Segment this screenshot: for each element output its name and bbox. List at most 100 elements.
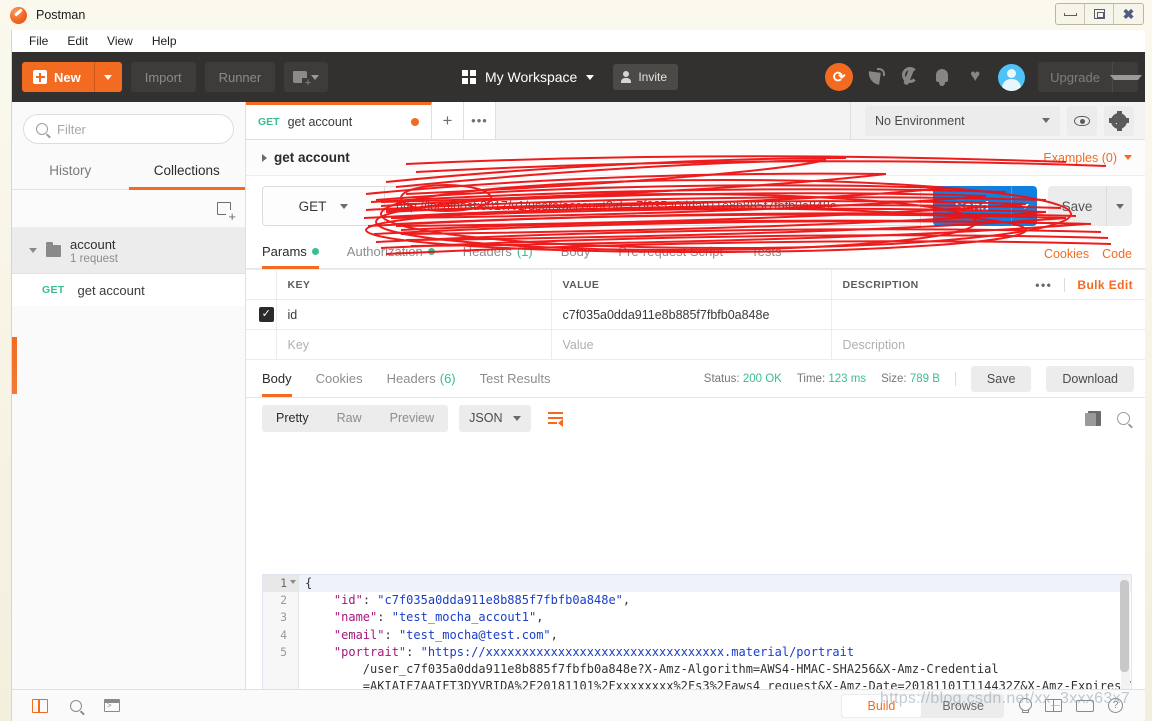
cookies-link[interactable]: Cookies [1044, 247, 1089, 261]
request-tabs: Params Authorization Headers (1) Body Pr… [246, 236, 1145, 269]
sidebar-toggle-icon[interactable] [32, 698, 48, 713]
row-checkbox-cell[interactable]: ✓ [246, 299, 277, 330]
chevron-down-icon [311, 74, 320, 80]
code-line: "email": "test_mocha@test.com", [333, 627, 558, 642]
code-scrollbar-track[interactable] [1120, 576, 1130, 705]
upgrade-dropdown-button[interactable] [1109, 62, 1142, 92]
environment-select[interactable]: No Environment [865, 105, 1060, 136]
response-download-button[interactable]: Download [1046, 365, 1134, 392]
new-dropdown-button[interactable] [93, 62, 122, 92]
filter-box[interactable] [23, 114, 234, 144]
antenna-icon[interactable] [866, 66, 886, 88]
import-button[interactable]: Import [130, 62, 196, 92]
close-button[interactable]: ✖ [1114, 4, 1143, 24]
response-tab-test-results[interactable]: Test Results [480, 371, 551, 386]
sync-icon[interactable]: ⟳ [825, 63, 854, 91]
filter-input[interactable] [57, 121, 217, 137]
upgrade-button[interactable]: Upgrade [1038, 62, 1142, 92]
response-save-button[interactable]: Save [970, 365, 1032, 392]
maximize-button[interactable] [1085, 4, 1114, 24]
table-row[interactable]: ✓ id c7f035a0dda911e8b885f7fbfb0a848e [246, 299, 1145, 330]
menu-item-help[interactable]: Help [143, 32, 187, 50]
param-description-placeholder[interactable]: Description [830, 329, 1145, 360]
format-raw-button[interactable]: Raw [323, 405, 376, 432]
tab-pre-request-script[interactable]: Pre-request Script [618, 244, 723, 269]
minimize-button[interactable] [1056, 4, 1085, 24]
bulk-edit-button[interactable]: Bulk Edit [1077, 278, 1133, 292]
response-body-viewer[interactable]: 123456789101112 { "id": "c7f035a0dda911e… [262, 574, 1132, 705]
menu-item-edit[interactable]: Edit [58, 32, 98, 50]
param-key-cell[interactable]: id [275, 299, 552, 330]
response-tab-body[interactable]: Body [262, 371, 292, 397]
runner-button[interactable]: Runner [204, 62, 276, 92]
method-select[interactable]: GET [262, 186, 384, 226]
tab-authorization[interactable]: Authorization [347, 244, 435, 269]
format-pretty-button[interactable]: Pretty [262, 405, 323, 432]
code-line: "id": "c7f035a0dda911e8b885f7fbfb0a848e"… [333, 593, 631, 608]
params-table: KEY VALUE DESCRIPTION ••• Bulk Edit ✓ id… [246, 269, 1145, 360]
chevron-down-icon[interactable] [586, 74, 595, 80]
response-body-code[interactable]: { "id": "c7f035a0dda911e8b885f7fbfb0a848… [299, 575, 1131, 705]
new-folder-button[interactable] [284, 62, 329, 92]
code-line: { [299, 575, 1131, 593]
manage-environments-button[interactable] [1104, 105, 1134, 136]
format-preview-button[interactable]: Preview [376, 405, 448, 432]
tab-options-button[interactable]: ••• [464, 102, 496, 139]
response-tab-headers-label: Headers [386, 371, 436, 386]
collection-row[interactable]: account 1 request [12, 228, 245, 274]
param-description-cell[interactable] [830, 299, 1145, 330]
menu-item-file[interactable]: File [20, 32, 58, 50]
url-input[interactable] [384, 186, 921, 226]
sidebar-tab-collections[interactable]: Collections [128, 154, 245, 190]
postman-logo-icon [10, 6, 27, 24]
list-item[interactable]: GET get account [12, 274, 245, 306]
chevron-down-icon [1124, 155, 1132, 160]
response-tab-headers[interactable]: Headers (6) [387, 371, 456, 386]
bell-icon[interactable] [932, 66, 952, 88]
row-checkbox-cell[interactable] [246, 329, 277, 360]
send-dropdown-button[interactable] [1011, 186, 1037, 226]
tab-method-label: GET [258, 116, 280, 128]
menu-item-view[interactable]: View [98, 32, 143, 50]
copy-icon[interactable] [1085, 410, 1101, 426]
environment-quick-look-button[interactable] [1067, 105, 1097, 136]
code-link[interactable]: Code [1102, 247, 1132, 261]
wrap-lines-button[interactable] [542, 405, 568, 432]
heart-icon[interactable]: ♥ [965, 66, 985, 88]
search-icon[interactable] [1117, 411, 1130, 425]
tab-headers-count: (1) [516, 244, 533, 259]
response-tab-cookies[interactable]: Cookies [316, 371, 363, 386]
console-icon[interactable] [104, 699, 120, 712]
find-icon[interactable] [70, 699, 82, 712]
send-button[interactable]: Send [933, 186, 1011, 226]
checkbox-icon[interactable]: ✓ [258, 307, 274, 322]
tab-tests[interactable]: Tests [751, 244, 781, 269]
examples-dropdown[interactable]: Examples (0) [1043, 151, 1145, 165]
new-collection-icon[interactable] [217, 202, 236, 223]
invite-button[interactable]: Invite [613, 64, 679, 90]
save-dropdown-button[interactable] [1106, 186, 1132, 226]
status-bar-left [24, 698, 120, 713]
workspace-name[interactable]: My Workspace [485, 69, 577, 85]
new-tab-button[interactable]: + [432, 102, 464, 139]
tab-body[interactable]: Body [561, 244, 591, 269]
chevron-down-icon[interactable] [29, 248, 37, 253]
sidebar-tab-history[interactable]: History [12, 154, 129, 190]
language-select[interactable]: JSON [459, 404, 532, 432]
chevron-right-icon[interactable] [262, 153, 267, 162]
tab-get-account[interactable]: GET get account [246, 102, 432, 139]
tab-params[interactable]: Params [262, 244, 319, 269]
params-more-icon[interactable]: ••• [1035, 278, 1052, 292]
tab-headers[interactable]: Headers (1) [463, 244, 533, 269]
param-value-placeholder[interactable]: Value [550, 329, 832, 360]
code-scrollbar-thumb[interactable] [1120, 580, 1129, 672]
table-row[interactable]: Key Value Description [246, 329, 1145, 360]
param-value-cell[interactable]: c7f035a0dda911e8b885f7fbfb0a848e [550, 299, 832, 330]
wrench-icon[interactable] [899, 66, 919, 88]
response-tab-cookies-label: Cookies [315, 371, 363, 386]
param-key-placeholder[interactable]: Key [275, 329, 552, 360]
save-button[interactable]: Save [1048, 186, 1106, 226]
new-button[interactable]: New [22, 62, 94, 92]
avatar[interactable] [998, 63, 1026, 91]
fold-chevron-icon[interactable] [290, 580, 296, 584]
